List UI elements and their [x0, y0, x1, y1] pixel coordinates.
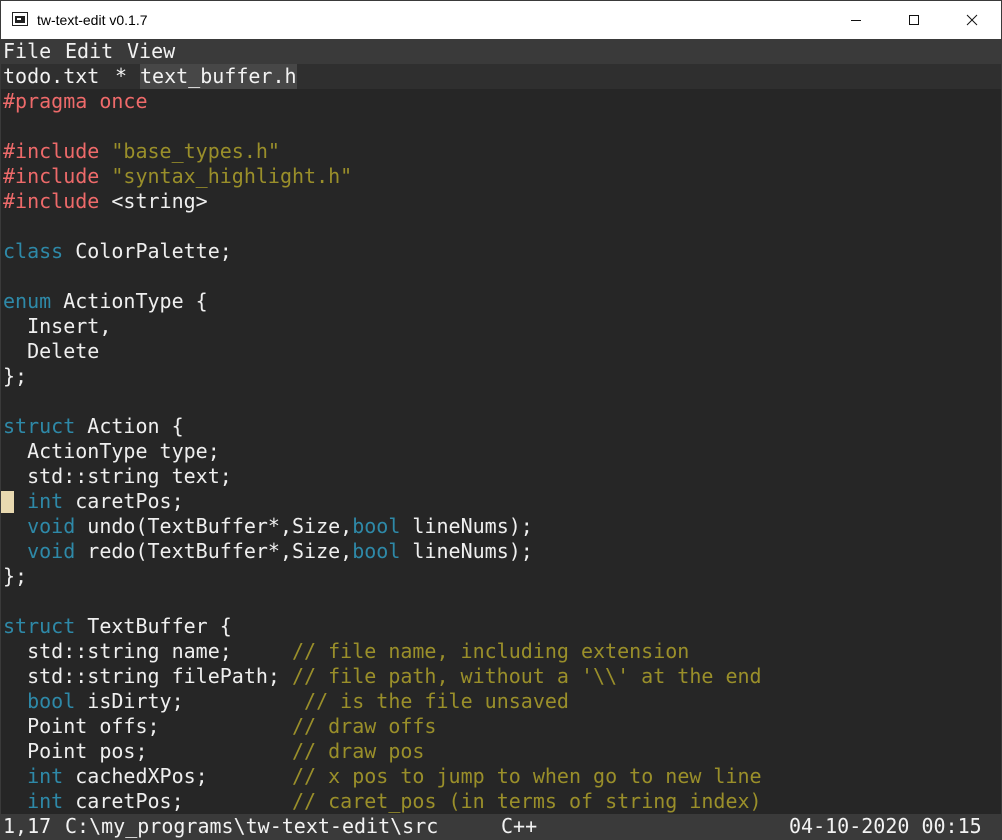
app-window: tw-text-edit v0.1.7 File Edit View todo.… — [0, 0, 1002, 840]
code-line: int cachedXPos; // x pos to jump to when… — [27, 764, 762, 788]
code-line: Delete — [3, 339, 100, 363]
minimize-button[interactable] — [827, 1, 885, 39]
code-line: #include "base_types.h" — [3, 139, 280, 163]
working-directory: C:\my_programs\tw-text-edit\src — [65, 814, 439, 838]
code-line: #include "syntax_highlight.h" — [3, 164, 353, 188]
code-line: std::string filePath; // file path, with… — [3, 664, 762, 688]
code-line: struct TextBuffer { — [3, 614, 232, 638]
cursor-position: 1,17 — [3, 814, 52, 838]
code-line: bool isDirty; // is the file unsaved — [27, 689, 569, 713]
tab-text-buffer[interactable]: text_buffer.h — [140, 64, 297, 89]
menu-view[interactable]: View — [127, 39, 175, 64]
status-bar: 1,17 C:\my_programs\tw-text-edit\src C++… — [1, 814, 1001, 839]
code-line: #pragma once — [3, 89, 148, 113]
menu-file[interactable]: File — [3, 39, 51, 64]
language-mode: C++ — [501, 814, 538, 838]
code-line: void undo(TextBuffer*,Size,bool lineNums… — [27, 514, 533, 538]
code-line: ActionType type; — [3, 439, 220, 463]
code-line: std::string name; // file name, includin… — [3, 639, 690, 663]
code-line: }; — [3, 364, 28, 388]
code-view[interactable]: #pragma once #include "base_types.h" #in… — [1, 89, 1001, 814]
terminal-app-icon — [12, 12, 28, 26]
tab-todo[interactable]: todo.txt — [3, 64, 99, 89]
menu-bar: File Edit View — [1, 39, 1001, 64]
tab-bar: todo.txt * text_buffer.h — [1, 64, 1001, 89]
code-line: Point offs; // draw offs — [3, 714, 437, 738]
code-line: class ColorPalette; — [3, 239, 232, 263]
maximize-button[interactable] — [885, 1, 943, 39]
code-line: void redo(TextBuffer*,Size,bool lineNums… — [27, 539, 533, 563]
date-time: 04-10-2020 00:15 — [789, 814, 982, 838]
code-line: int caretPos; // caret_pos (in terms of … — [27, 789, 762, 813]
code-line: Point pos; // draw pos — [3, 739, 425, 763]
code-line: std::string text; — [3, 464, 232, 488]
menu-edit[interactable]: Edit — [65, 39, 113, 64]
tab-separator: * — [115, 64, 128, 88]
code-line: struct Action { — [3, 414, 184, 438]
minimize-icon — [851, 20, 861, 21]
maximize-icon — [909, 15, 919, 25]
code-line: }; — [3, 564, 28, 588]
title-bar[interactable]: tw-text-edit v0.1.7 — [1, 1, 1001, 39]
code-line: int caretPos; — [27, 489, 184, 513]
window-title: tw-text-edit v0.1.7 — [37, 12, 148, 28]
close-button[interactable] — [943, 1, 1001, 39]
close-icon — [966, 14, 978, 26]
code-line: enum ActionType { — [3, 289, 208, 313]
code-line: #include <string> — [3, 189, 208, 213]
editor-area[interactable]: File Edit View todo.txt * text_buffer.h … — [1, 39, 1001, 839]
code-line: Insert, — [3, 314, 112, 338]
